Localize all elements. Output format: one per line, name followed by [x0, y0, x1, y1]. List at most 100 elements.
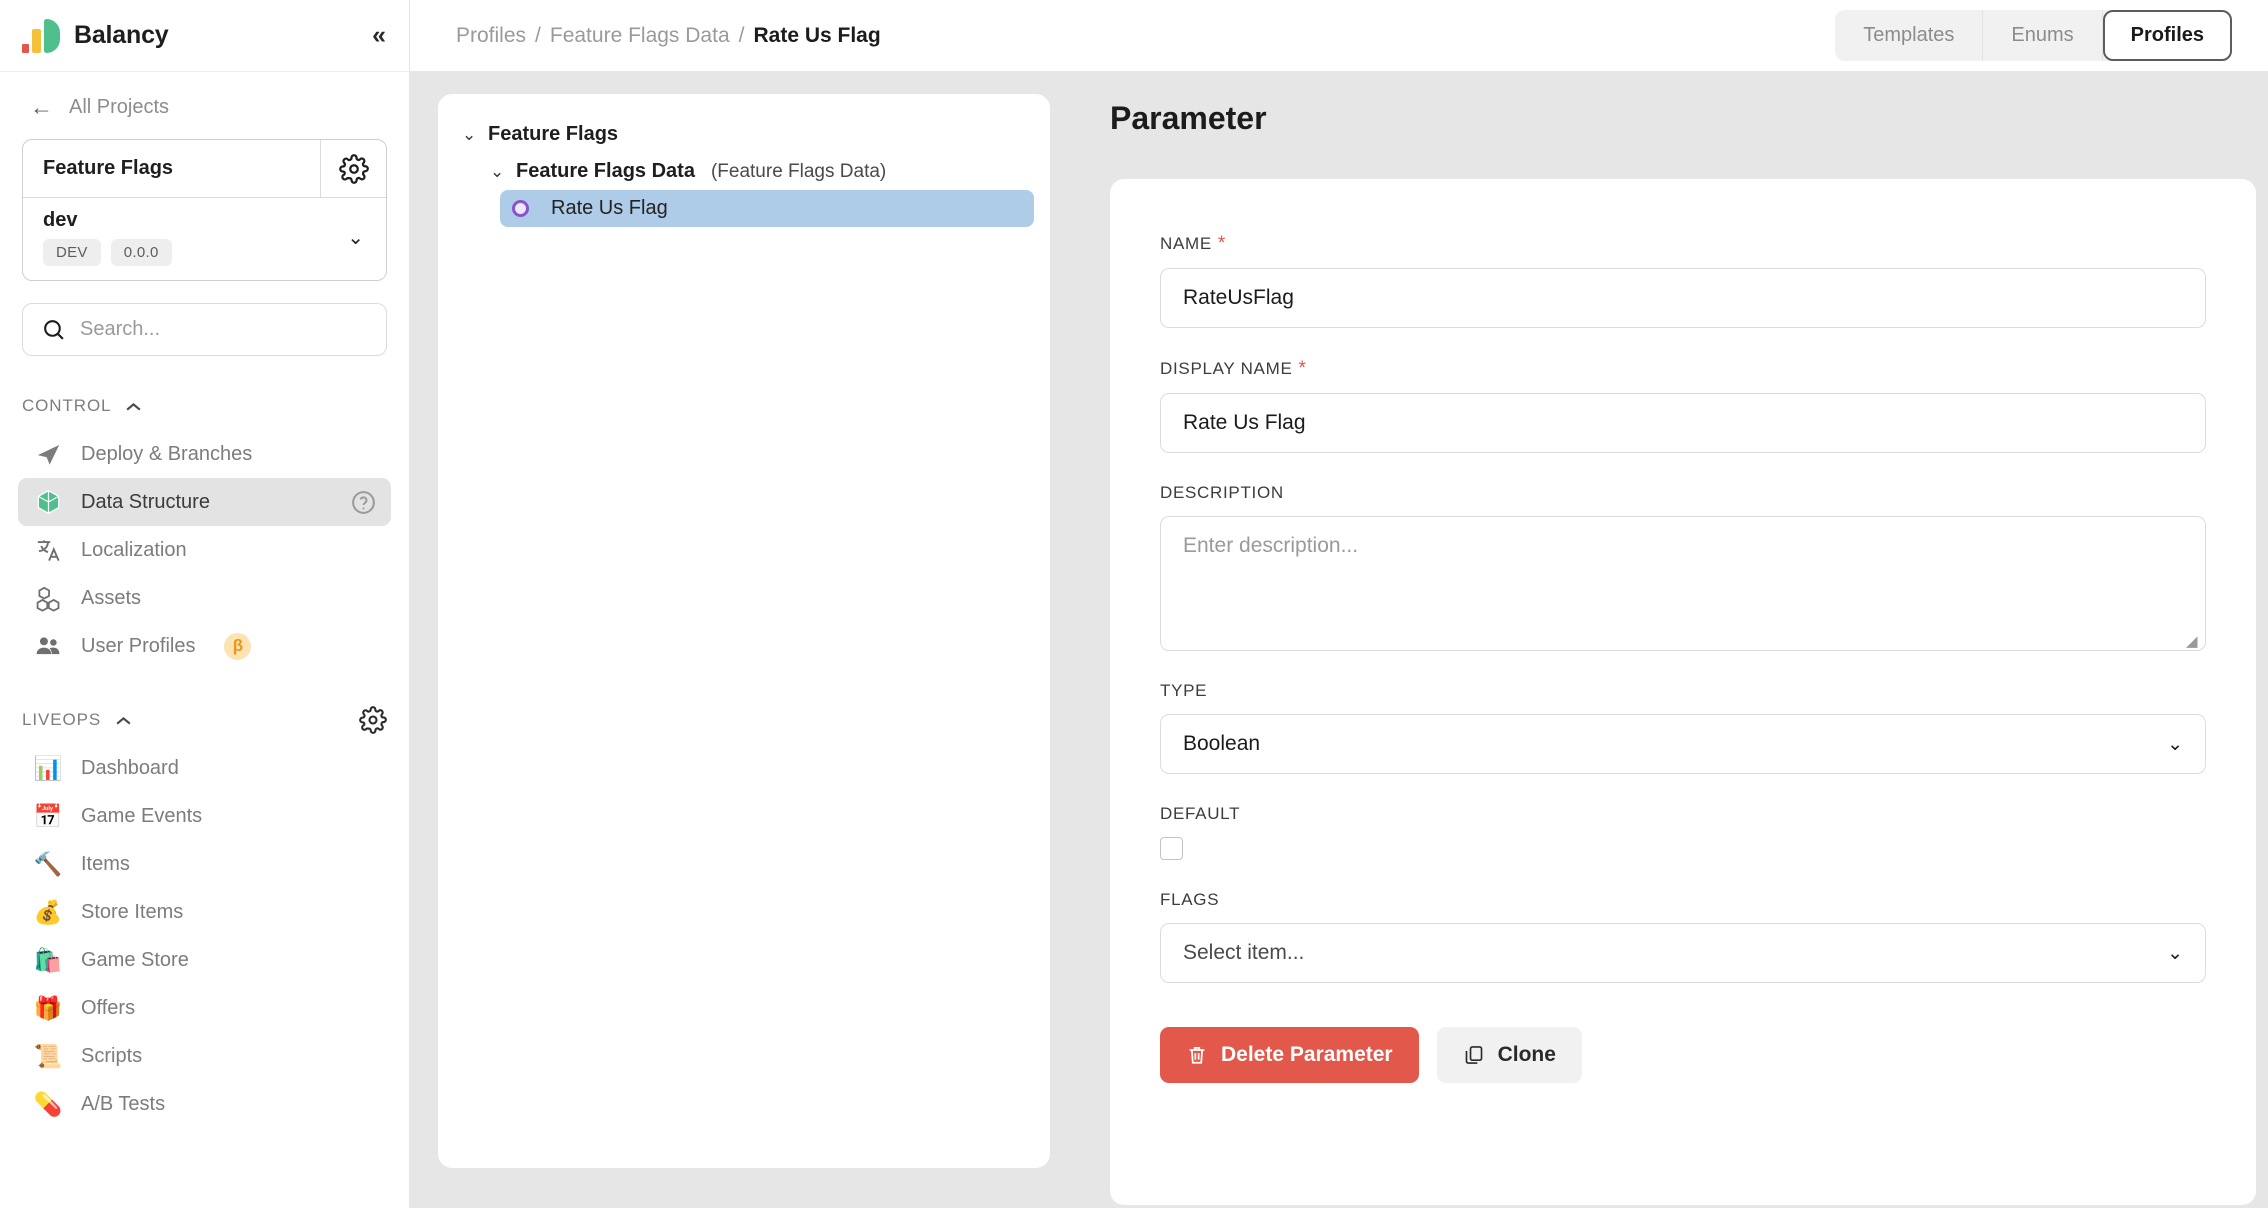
display-name-input[interactable]: Rate Us Flag — [1160, 393, 2206, 453]
balancy-logo-icon — [22, 18, 60, 53]
help-circle-icon[interactable] — [350, 489, 377, 516]
sidebar-item-scripts[interactable]: 📜 Scripts — [18, 1032, 391, 1080]
field-label-text: FLAGS — [1160, 890, 1220, 909]
tree-panel: ⌄ Feature Flags ⌄ Feature Flags Data (Fe… — [438, 94, 1050, 1168]
resize-handle-icon[interactable]: ◢ — [2186, 632, 2200, 650]
topbar: Profiles / Feature Flags Data / Rate Us … — [410, 0, 2268, 72]
environment-name: dev — [43, 209, 78, 231]
tree-panel-wrap: ⌄ Feature Flags ⌄ Feature Flags Data (Fe… — [410, 72, 1050, 1208]
sidebar-item-store-items[interactable]: 💰 Store Items — [18, 888, 391, 936]
project-name[interactable]: Feature Flags — [23, 140, 320, 197]
sidebar-item-offers[interactable]: 🎁 Offers — [18, 984, 391, 1032]
users-icon — [32, 631, 64, 661]
required-asterisk: * — [1298, 358, 1307, 379]
tree-node-type: (Feature Flags Data) — [710, 160, 887, 182]
sidebar-item-user-profiles[interactable]: User Profiles β — [18, 622, 391, 670]
field-label-text: DISPLAY NAME — [1160, 359, 1293, 378]
sidebar-item-label: A/B Tests — [81, 1092, 166, 1115]
main-area: Profiles / Feature Flags Data / Rate Us … — [410, 0, 2268, 1208]
project-top-row: Feature Flags — [23, 140, 386, 198]
gear-icon — [338, 153, 369, 184]
field-label: DISPLAY NAME * — [1160, 358, 2206, 380]
field-label: NAME * — [1160, 233, 2206, 255]
sidebar-item-game-store[interactable]: 🛍️ Game Store — [18, 936, 391, 984]
sidebar-item-label: Scripts — [81, 1044, 143, 1067]
search-input[interactable]: Search... — [22, 303, 387, 356]
tree-node-feature-flags[interactable]: ⌄ Feature Flags — [454, 116, 1034, 153]
gift-emoji-icon: 🎁 — [33, 994, 63, 1021]
default-checkbox[interactable] — [1160, 837, 1183, 860]
tree-node-feature-flags-data[interactable]: ⌄ Feature Flags Data (Feature Flags Data… — [482, 153, 1034, 190]
search-icon — [44, 320, 64, 340]
clone-button[interactable]: Clone — [1436, 1027, 1582, 1083]
field-label: FLAGS — [1160, 890, 2206, 910]
delete-parameter-label: Delete Parameter — [1221, 1043, 1393, 1066]
chevron-down-icon[interactable]: ⌄ — [490, 163, 506, 180]
breadcrumb-item-profiles[interactable]: Profiles — [456, 24, 526, 48]
field-type: TYPE Boolean ⌄ — [1160, 681, 2206, 774]
page-title: Parameter — [1110, 100, 1267, 136]
shopping-bags-emoji-icon: 🛍️ — [33, 946, 63, 973]
field-label: DESCRIPTION — [1160, 483, 2206, 503]
breadcrumb: Profiles / Feature Flags Data / Rate Us … — [426, 24, 881, 48]
liveops-settings-button[interactable] — [359, 706, 387, 734]
sidebar-item-label: User Profiles — [81, 634, 196, 657]
sidebar-item-game-events[interactable]: 📅 Game Events — [18, 792, 391, 840]
cube-icon — [32, 487, 64, 517]
sidebar-item-data-structure[interactable]: Data Structure — [18, 478, 391, 526]
field-default: DEFAULT — [1160, 804, 2206, 860]
chevron-down-icon[interactable]: ⌄ — [462, 126, 478, 143]
sidebar-item-label: Game Store — [81, 948, 189, 971]
section-header-liveops[interactable]: LIVEOPS — [0, 704, 409, 736]
tree-node-label: Rate Us Flag — [551, 197, 668, 219]
action-buttons: Delete Parameter Clone — [1160, 1027, 2206, 1083]
flags-select[interactable]: Select item... ⌄ — [1160, 923, 2206, 983]
sidebar-item-items[interactable]: 🔨 Items — [18, 840, 391, 888]
type-select[interactable]: Boolean ⌄ — [1160, 714, 2206, 774]
description-textarea[interactable]: Enter description... ◢ — [1160, 516, 2206, 651]
field-label-text: DESCRIPTION — [1160, 483, 1284, 502]
beta-badge: β — [224, 632, 252, 660]
sidebar-item-label: Data Structure — [81, 490, 210, 513]
delete-parameter-button[interactable]: Delete Parameter — [1160, 1027, 1419, 1083]
trash-icon — [1189, 1046, 1205, 1064]
content-area: ⌄ Feature Flags ⌄ Feature Flags Data (Fe… — [410, 72, 2268, 1208]
sidebar-item-localization[interactable]: Localization — [18, 526, 391, 574]
chevron-down-icon: ⌄ — [2167, 733, 2183, 755]
sidebar-item-deploy-branches[interactable]: Deploy & Branches — [18, 430, 391, 478]
parameter-dot-icon — [512, 200, 529, 217]
parameter-panel-wrap: Parameter NAME * RateUsFlag DISPLAY NAME… — [1050, 72, 2268, 1208]
all-projects-link[interactable]: ← All Projects — [0, 72, 409, 133]
sidebar-item-assets[interactable]: Assets — [18, 574, 391, 622]
pill-emoji-icon: 💊 — [33, 1090, 63, 1117]
all-projects-label: All Projects — [69, 96, 170, 118]
clone-label: Clone — [1497, 1043, 1556, 1066]
environment-chips: DEV 0.0.0 — [43, 239, 347, 266]
field-display-name: DISPLAY NAME * Rate Us Flag — [1160, 358, 2206, 453]
sidebar-item-label: Items — [81, 852, 130, 875]
section-header-control[interactable]: CONTROL — [0, 390, 409, 422]
sidebar-item-ab-tests[interactable]: 💊 A/B Tests — [18, 1080, 391, 1128]
sidebar-item-label: Offers — [81, 996, 136, 1019]
tab-profiles[interactable]: Profiles — [2102, 10, 2232, 61]
hammer-emoji-icon: 🔨 — [33, 850, 63, 877]
breadcrumb-item-feature-flags-data[interactable]: Feature Flags Data — [550, 24, 730, 48]
sidebar-item-label: Store Items — [81, 900, 184, 923]
project-selector: Feature Flags dev DEV 0.0.0 ⌄ — [22, 139, 387, 281]
required-asterisk: * — [1217, 233, 1227, 254]
parameter-form-card: NAME * RateUsFlag DISPLAY NAME * Rate Us… — [1110, 179, 2256, 1205]
chevron-down-icon[interactable]: ⌄ — [347, 225, 368, 250]
tab-templates[interactable]: Templates — [1835, 10, 1984, 61]
search-placeholder: Search... — [80, 318, 161, 340]
environment-row[interactable]: dev DEV 0.0.0 ⌄ — [23, 198, 386, 280]
scroll-emoji-icon: 📜 — [33, 1042, 63, 1069]
field-name: NAME * RateUsFlag — [1160, 233, 2206, 328]
sidebar-item-label: Deploy & Branches — [81, 442, 253, 465]
brand-row: Balancy « — [0, 0, 409, 72]
name-input[interactable]: RateUsFlag — [1160, 268, 2206, 328]
sidebar-item-dashboard[interactable]: 📊 Dashboard — [18, 744, 391, 792]
tab-enums[interactable]: Enums — [1983, 10, 2103, 61]
collapse-sidebar-icon[interactable]: « — [372, 23, 386, 48]
project-settings-button[interactable] — [320, 140, 386, 197]
tree-node-rate-us-flag[interactable]: Rate Us Flag — [500, 190, 1034, 227]
